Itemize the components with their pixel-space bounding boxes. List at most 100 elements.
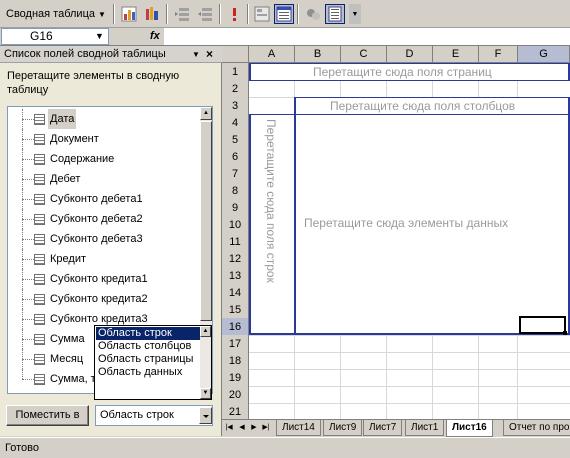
hide-detail-button[interactable] bbox=[172, 4, 192, 24]
field-label: Месяц bbox=[50, 353, 84, 365]
tree-connector bbox=[22, 359, 34, 360]
show-items-icon bbox=[307, 9, 320, 20]
toolbar-separator bbox=[113, 4, 115, 24]
active-cell[interactable] bbox=[519, 316, 567, 335]
column-header-active[interactable]: G bbox=[518, 46, 570, 63]
row-header[interactable]: 21 bbox=[222, 403, 249, 419]
field-icon bbox=[34, 194, 45, 205]
field-label: Субконто дебета3 bbox=[50, 233, 143, 245]
tree-connector bbox=[22, 219, 34, 220]
sheet-tab[interactable]: Лист14 bbox=[276, 420, 321, 436]
pivot-chart-button[interactable] bbox=[119, 4, 139, 24]
prev-sheet-icon[interactable]: ◀ bbox=[237, 423, 247, 431]
show-detail-button[interactable] bbox=[195, 4, 215, 24]
column-fields-drop-zone[interactable]: Перетащите сюда поля столбцов bbox=[294, 97, 570, 115]
page-fields-drop-zone[interactable]: Перетащите сюда поля страниц bbox=[249, 63, 570, 81]
add-to-button[interactable]: Поместить в bbox=[6, 405, 89, 426]
worksheet-grid[interactable]: A B C D E F G 1 2 3 4 5 6 7 8 9 10 11 12… bbox=[222, 46, 570, 419]
toolbar-separator bbox=[247, 4, 249, 24]
field-item[interactable]: Субконто дебета1 bbox=[8, 189, 198, 209]
formula-bar: G16 ▼ fx bbox=[0, 28, 570, 46]
scroll-thumb[interactable] bbox=[200, 121, 212, 321]
page-fields-hint: Перетащите сюда поля страниц bbox=[313, 65, 492, 79]
field-list-button[interactable] bbox=[325, 4, 345, 24]
field-label: Содержание bbox=[50, 153, 115, 165]
dropdown-option[interactable]: Область строк bbox=[96, 327, 200, 340]
dropdown-option[interactable]: Область страницы bbox=[96, 353, 200, 366]
field-item[interactable]: Содержание bbox=[8, 149, 198, 169]
field-item[interactable]: Документ bbox=[8, 129, 198, 149]
field-label: Дебет bbox=[50, 173, 81, 185]
toolbar-options-button[interactable]: ▼ bbox=[349, 4, 361, 24]
pane-title: Список полей сводной таблицы bbox=[4, 48, 166, 60]
field-label: Субконто кредита1 bbox=[50, 273, 148, 285]
select-all-corner[interactable] bbox=[222, 46, 249, 63]
field-item[interactable]: Кредит bbox=[8, 249, 198, 269]
column-header[interactable]: E bbox=[433, 46, 479, 63]
field-icon bbox=[34, 134, 45, 145]
dropdown-scrollbar[interactable]: ▲ ▼ bbox=[200, 326, 211, 399]
field-label: Сумма bbox=[50, 333, 85, 345]
field-icon bbox=[34, 354, 45, 365]
dropdown-option[interactable]: Область столбцов bbox=[96, 340, 200, 353]
field-settings-button[interactable] bbox=[252, 4, 272, 24]
field-item[interactable]: Субконто кредита1 bbox=[8, 269, 198, 289]
sheet-tab[interactable]: Лист9 bbox=[323, 420, 363, 436]
show-detail-icon bbox=[198, 8, 212, 21]
column-header[interactable]: D bbox=[387, 46, 433, 63]
name-box[interactable]: G16 bbox=[1, 28, 109, 45]
scroll-up-icon[interactable]: ▲ bbox=[200, 107, 212, 120]
gridline bbox=[249, 369, 570, 370]
tree-connector bbox=[22, 379, 34, 380]
sheet-tab-bar: |◀ ◀ ▶ ▶| Лист14 Лист9 Лист7 Лист1 Лист1… bbox=[222, 419, 570, 437]
tree-connector bbox=[22, 279, 34, 280]
gridline bbox=[249, 352, 570, 353]
sheet-tab[interactable]: Лист7 bbox=[363, 420, 403, 436]
pivot-table-menu[interactable]: Сводная таблица ▼ bbox=[2, 3, 110, 25]
column-header[interactable]: B bbox=[295, 46, 341, 63]
field-item[interactable]: Субконто кредита2 bbox=[8, 289, 198, 309]
chevron-down-icon[interactable] bbox=[199, 407, 212, 424]
sheet-tab-active[interactable]: Лист16 bbox=[446, 420, 493, 437]
field-item[interactable]: Субконто дебета2 bbox=[8, 209, 198, 229]
next-sheet-icon[interactable]: ▶ bbox=[249, 423, 259, 431]
formula-input[interactable] bbox=[164, 28, 570, 45]
field-item[interactable]: Дебет bbox=[8, 169, 198, 189]
field-icon bbox=[34, 114, 45, 125]
close-icon[interactable]: × bbox=[206, 46, 213, 63]
dropdown-option[interactable]: Область данных bbox=[96, 366, 200, 379]
toolbar-separator bbox=[219, 4, 221, 24]
field-label: Субконто кредита2 bbox=[50, 293, 148, 305]
pane-options-icon[interactable]: ▼ bbox=[192, 46, 200, 63]
fx-icon[interactable]: fx bbox=[150, 28, 160, 45]
last-sheet-icon[interactable]: ▶| bbox=[261, 423, 271, 431]
pivot-wizard-button[interactable] bbox=[142, 4, 162, 24]
scroll-down-icon[interactable]: ▼ bbox=[200, 388, 211, 399]
pane-instruction: Перетащите элементы в сводную таблицу bbox=[7, 70, 180, 96]
tree-connector bbox=[22, 369, 32, 379]
data-items-drop-zone[interactable]: Перетащите сюда элементы данных bbox=[294, 114, 570, 335]
sheet-tab[interactable]: Лист1 bbox=[405, 420, 445, 436]
field-item[interactable]: Субконто дебета3 bbox=[8, 229, 198, 249]
pivot-table-menu-label: Сводная таблица bbox=[6, 8, 95, 20]
row-fields-drop-zone[interactable]: Перетащите сюда поля строк bbox=[249, 114, 296, 335]
field-label: Субконто дебета1 bbox=[50, 193, 143, 205]
refresh-button[interactable] bbox=[224, 4, 244, 24]
name-box-dropdown-icon[interactable]: ▼ bbox=[95, 28, 104, 44]
column-header[interactable]: A bbox=[249, 46, 295, 63]
tree-connector bbox=[22, 319, 34, 320]
pivot-chart-icon bbox=[121, 6, 137, 22]
scroll-up-icon[interactable]: ▲ bbox=[200, 326, 211, 337]
status-text: Готово bbox=[5, 442, 39, 454]
format-report-button[interactable] bbox=[274, 4, 294, 24]
show-items-button[interactable] bbox=[303, 4, 323, 24]
first-sheet-icon[interactable]: |◀ bbox=[224, 423, 234, 431]
column-header[interactable]: F bbox=[479, 46, 518, 63]
sheet-tab[interactable]: Отчет по про bbox=[503, 420, 570, 436]
area-dropdown-list[interactable]: Область строк Область столбцов Область с… bbox=[94, 325, 212, 400]
field-item[interactable]: Дата bbox=[8, 109, 198, 129]
column-header[interactable]: C bbox=[341, 46, 387, 63]
toolbar-separator bbox=[166, 4, 168, 24]
area-select[interactable]: Область строк bbox=[95, 405, 213, 426]
chevron-down-icon: ▼ bbox=[97, 9, 106, 19]
